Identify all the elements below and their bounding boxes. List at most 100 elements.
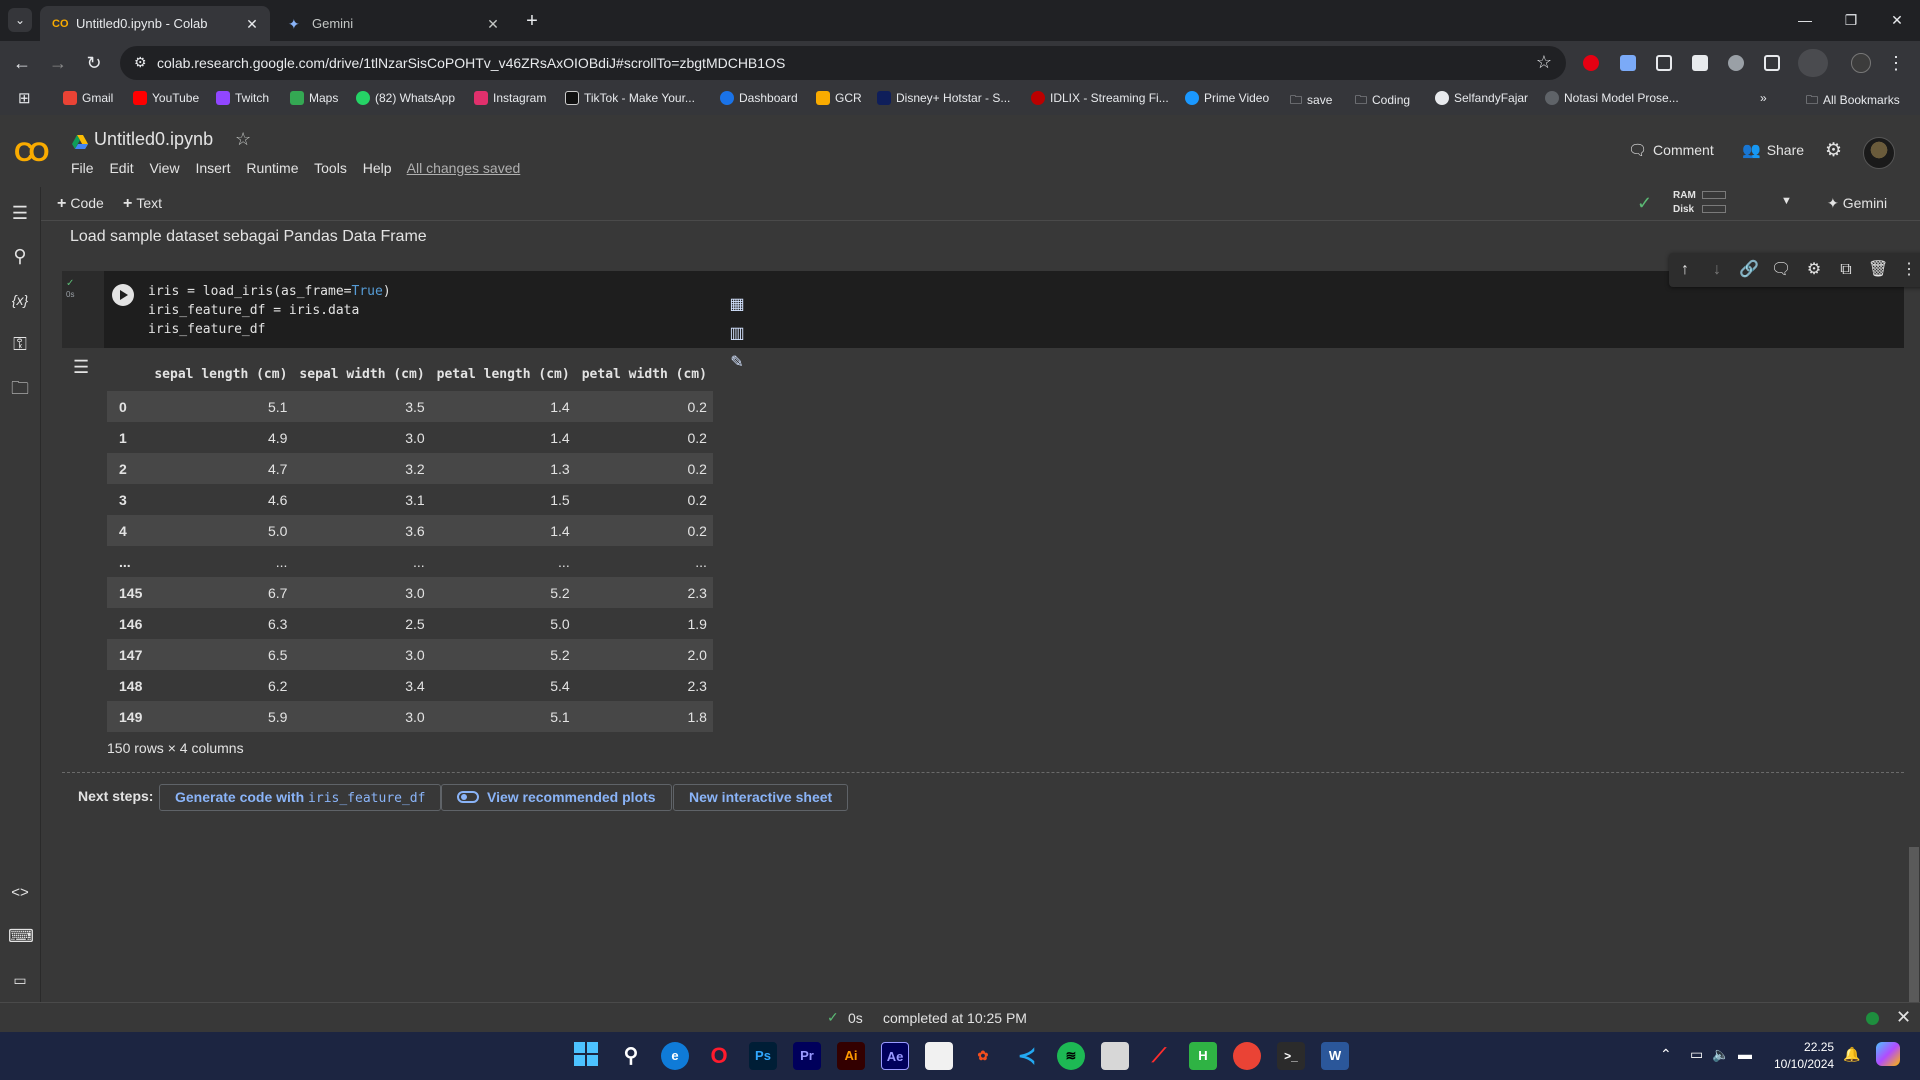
account-avatar[interactable] <box>1863 137 1895 169</box>
menu-insert[interactable]: Insert <box>195 160 230 176</box>
more-bookmarks-icon[interactable]: » <box>1760 91 1767 105</box>
volume-icon[interactable]: 🔈 <box>1712 1046 1729 1063</box>
gemini-button[interactable]: ✦ Gemini <box>1827 195 1887 212</box>
illustrator-icon[interactable]: Ai <box>837 1042 865 1070</box>
spotify-icon[interactable]: ≋ <box>1057 1042 1085 1070</box>
move-up-icon[interactable]: ↑ <box>1675 260 1695 280</box>
view-recommended-plots-button[interactable]: View recommended plots <box>441 784 672 811</box>
close-window-icon[interactable]: ✕ <box>1882 7 1912 33</box>
bookmark-gmail[interactable]: Gmail <box>63 91 113 105</box>
files-folder-icon[interactable]: 🗀 <box>8 376 32 400</box>
variables-icon[interactable]: {x} <box>8 288 32 312</box>
address-bar[interactable]: ⚙ colab.research.google.com/drive/1tlNza… <box>120 46 1566 80</box>
reload-icon[interactable]: ↻ <box>80 49 108 77</box>
menu-tools[interactable]: Tools <box>314 160 347 176</box>
move-down-icon[interactable]: ↓ <box>1707 260 1727 280</box>
text-cell[interactable]: Load sample dataset sebagai Pandas Data … <box>70 228 427 246</box>
restore-icon[interactable]: ❐ <box>1836 7 1866 33</box>
add-code-cell-button[interactable]: + Code <box>57 195 104 213</box>
bookmark-idlix[interactable]: IDLIX - Streaming Fi... <box>1031 91 1169 105</box>
bookmark-folder-save[interactable]: 🗀 save <box>1290 91 1332 112</box>
close-status-icon[interactable]: ✕ <box>1896 1007 1911 1028</box>
opera-icon[interactable]: O <box>705 1042 733 1070</box>
magic-wand-icon[interactable]: ✎ <box>724 350 750 376</box>
search-icon[interactable]: ⚲ <box>8 244 32 268</box>
forward-arrow-icon[interactable]: → <box>44 49 72 77</box>
tab-colab[interactable]: CO Untitled0.ipynb - Colab ✕ <box>40 6 270 41</box>
notepad-icon[interactable] <box>925 1042 953 1070</box>
more-options-icon[interactable]: ⋮ <box>1899 260 1919 280</box>
new-interactive-sheet-button[interactable]: New interactive sheet <box>673 784 849 811</box>
menu-runtime[interactable]: Runtime <box>246 160 298 176</box>
system-clock[interactable]: 22.25 10/10/2024 <box>1774 1039 1834 1073</box>
cell-settings-gear-icon[interactable]: ⚙ <box>1804 260 1824 280</box>
share-button[interactable]: 👥 Share <box>1742 141 1804 159</box>
battery-icon[interactable]: ▬ <box>1738 1046 1752 1062</box>
bookmark-notasi[interactable]: Notasi Model Prose... <box>1545 91 1679 105</box>
bookmark-youtube[interactable]: YouTube <box>133 91 199 105</box>
bookmark-github[interactable]: SelfandyFajar <box>1435 91 1528 105</box>
close-tab-icon[interactable]: ✕ <box>483 14 503 34</box>
generate-code-button[interactable]: Generate code with iris_feature_df <box>159 784 442 811</box>
bookmark-folder-coding[interactable]: 🗀 Coding <box>1355 91 1410 112</box>
settings-gear-icon[interactable]: ⚙ <box>1825 139 1842 162</box>
notification-bell-icon[interactable]: 🔔 <box>1843 1046 1860 1063</box>
output-actions-icon[interactable]: ☰ <box>73 357 89 378</box>
back-arrow-icon[interactable]: ← <box>8 49 36 77</box>
menu-help[interactable]: Help <box>363 160 392 176</box>
bookmark-whatsapp[interactable]: (82) WhatsApp <box>356 91 455 105</box>
opera-extension-icon[interactable] <box>1583 55 1599 71</box>
run-cell-button[interactable] <box>112 284 134 306</box>
edge-browser-icon[interactable]: e <box>661 1042 689 1070</box>
bookmark-twitch[interactable]: Twitch <box>216 91 269 105</box>
app-h-icon[interactable]: H <box>1189 1042 1217 1070</box>
kebab-menu-icon[interactable]: ⋮ <box>1882 49 1910 77</box>
command-palette-icon[interactable]: ⌨ <box>8 924 34 948</box>
scrollbar-thumb[interactable] <box>1909 847 1919 1002</box>
menu-view[interactable]: View <box>149 160 179 176</box>
figma-icon[interactable]: ✿ <box>969 1042 997 1070</box>
menu-file[interactable]: File <box>71 160 94 176</box>
save-status-link[interactable]: All changes saved <box>407 160 521 176</box>
comment-button[interactable]: 🗨 Comment <box>1628 141 1714 159</box>
star-icon[interactable]: ☆ <box>235 129 251 150</box>
extension-icon[interactable] <box>1728 55 1744 71</box>
menu-edit[interactable]: Edit <box>109 160 133 176</box>
side-panel-icon[interactable] <box>1798 49 1828 77</box>
table-of-contents-icon[interactable]: ☰ <box>8 201 32 225</box>
completion-message[interactable]: completed at 10:25 PM <box>883 1010 1027 1026</box>
extension-icon[interactable] <box>1620 55 1636 71</box>
mirror-cell-icon[interactable]: ⧉ <box>1836 260 1856 280</box>
bookmark-star-icon[interactable]: ☆ <box>1536 52 1552 73</box>
copilot-icon[interactable] <box>1876 1042 1900 1066</box>
apps-grid-icon[interactable]: ⊞ <box>18 89 31 107</box>
extension-icon[interactable] <box>1692 55 1708 71</box>
tab-gemini[interactable]: ✦ Gemini ✕ <box>276 6 511 41</box>
minimize-icon[interactable]: — <box>1790 7 1820 33</box>
colab-logo[interactable]: CO <box>14 137 49 168</box>
show-hidden-icons-chevron[interactable]: ⌃ <box>1660 1046 1672 1063</box>
app-icon[interactable]: ⟋ <box>1145 1042 1173 1070</box>
code-cell[interactable]: ✓ 0s iris = load_iris(as_frame=True) iri… <box>62 253 1920 348</box>
close-tab-icon[interactable]: ✕ <box>242 14 262 34</box>
runtime-dropdown-icon[interactable]: ▼ <box>1781 195 1792 207</box>
bookmark-tiktok[interactable]: TikTok - Make Your... <box>565 91 695 105</box>
new-tab-button[interactable]: + <box>520 9 544 33</box>
network-icon[interactable]: ▭ <box>1690 1046 1703 1063</box>
bookmark-gcr[interactable]: GCR <box>816 91 862 105</box>
bookmark-dashboard[interactable]: Dashboard <box>720 91 798 105</box>
extension-icon[interactable] <box>1656 55 1672 71</box>
photoshop-icon[interactable]: Ps <box>749 1042 777 1070</box>
word-icon[interactable]: W <box>1321 1042 1349 1070</box>
puzzle-extensions-icon[interactable] <box>1764 55 1780 71</box>
chrome-icon[interactable] <box>1233 1042 1261 1070</box>
notebook-title[interactable]: Untitled0.ipynb <box>94 129 213 150</box>
tab-search-button[interactable]: ⌄ <box>8 8 32 32</box>
windows-start-icon[interactable] <box>572 1042 600 1070</box>
terminal-icon[interactable]: >_ <box>1277 1042 1305 1070</box>
code-editor[interactable]: iris = load_iris(as_frame=True) iris_fea… <box>148 282 391 339</box>
vscode-icon[interactable]: ≺ <box>1013 1042 1041 1070</box>
delete-trash-icon[interactable]: 🗑 <box>1868 260 1888 280</box>
after-effects-icon[interactable]: Ae <box>881 1042 909 1070</box>
premiere-icon[interactable]: Pr <box>793 1042 821 1070</box>
